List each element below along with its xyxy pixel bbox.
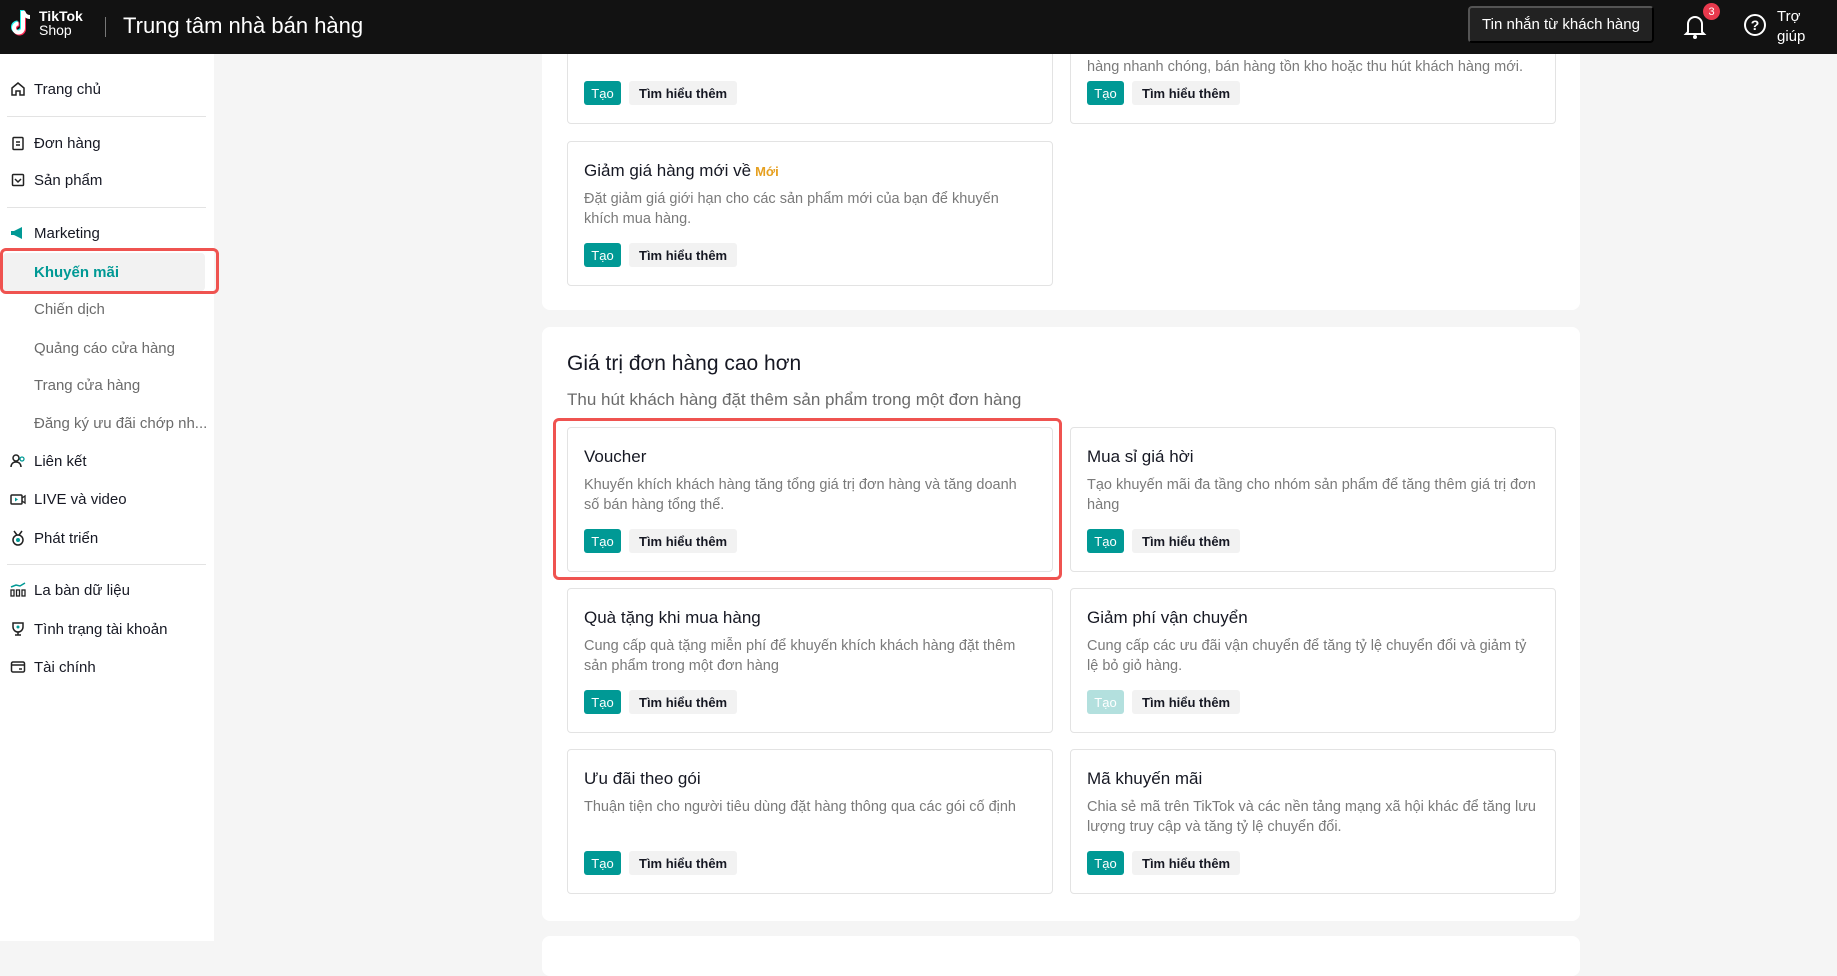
wallet-icon <box>10 661 26 673</box>
medal-icon <box>12 530 24 546</box>
sidebar-label: Tài chính <box>34 658 96 676</box>
sidebar-item-affiliate[interactable]: Liên kết <box>0 446 214 476</box>
sidebar-item-products[interactable]: Sản phẩm <box>0 165 214 195</box>
promotion-card-gift-with-purchase: Quà tặng khi mua hàng Cung cấp quà tặng … <box>567 588 1053 733</box>
users-icon <box>10 454 25 468</box>
sidebar-label: LIVE và video <box>34 490 127 508</box>
create-button[interactable]: Tạo <box>584 690 621 714</box>
bell-icon[interactable] <box>1683 13 1707 39</box>
card-description: Chia sẻ mã trên TikTok và các nền tảng m… <box>1087 799 1536 835</box>
sidebar-item-campaigns[interactable]: Chiến dịch <box>0 294 214 324</box>
tiktok-shop-logo[interactable]: TikTok Shop <box>10 9 83 37</box>
sidebar-item-data-compass[interactable]: La bàn dữ liệu <box>0 575 214 605</box>
section-subtitle: Thu hút khách hàng đặt thêm sản phẩm tro… <box>567 390 1022 409</box>
product-box-icon <box>11 173 25 187</box>
create-button[interactable]: Tạo <box>1087 851 1124 875</box>
sidebar-divider <box>7 116 206 117</box>
sidebar-label: Phát triển <box>34 529 99 547</box>
card-description: hàng nhanh chóng, bán hàng tồn kho hoặc … <box>1087 59 1523 75</box>
create-button[interactable]: Tạo <box>1087 81 1124 105</box>
top-header: TikTok Shop Trung tâm nhà bán hàng Tin nh… <box>0 0 1837 54</box>
clipboard-icon <box>12 136 24 151</box>
card-description: Đặt giảm giá giới hạn cho các sản phẩm m… <box>584 191 999 227</box>
sidebar-label: Đăng ký ưu đãi chớp nh... <box>34 414 208 432</box>
page-title: Trung tâm nhà bán hàng <box>123 13 364 38</box>
next-section <box>542 936 1580 976</box>
create-button[interactable]: Tạo <box>584 851 621 875</box>
learn-more-button[interactable]: Tìm hiểu thêm <box>1132 690 1241 714</box>
tiktok-logo-icon <box>11 10 31 36</box>
help-label-2: giúp <box>1777 28 1806 45</box>
megaphone-icon <box>11 227 22 239</box>
sidebar-item-live-video[interactable]: LIVE và video <box>0 484 214 514</box>
sidebar-item-finance[interactable]: Tài chính <box>0 652 214 682</box>
customer-messages-button[interactable]: Tin nhắn từ khách hàng <box>1468 6 1654 43</box>
learn-more-button[interactable]: Tìm hiểu thêm <box>629 851 738 875</box>
learn-more-button[interactable]: Tìm hiểu thêm <box>629 81 738 105</box>
sidebar-label: Trang cửa hàng <box>34 376 141 394</box>
svg-text:?: ? <box>1751 17 1760 33</box>
card-title-text: Giảm giá hàng mới về <box>584 161 752 180</box>
help-link[interactable]: Trợ giúp <box>1777 7 1805 47</box>
card-description: Cung cấp các ưu đãi vận chuyển để tăng t… <box>1087 638 1527 674</box>
sidebar-label: Quảng cáo cửa hàng <box>34 339 175 357</box>
card-title: Mã khuyến mãi <box>1087 769 1203 788</box>
card-title: Ưu đãi theo gói <box>584 769 701 788</box>
create-button[interactable]: Tạo <box>1087 529 1124 553</box>
card-description: Thuận tiện cho người tiêu dùng đặt hàng … <box>584 799 1016 815</box>
sidebar-label: Chiến dịch <box>34 300 105 318</box>
highlight-box <box>553 418 1062 580</box>
sidebar-divider <box>7 207 206 208</box>
order-value-section: Giá trị đơn hàng cao hơn Thu hút khách h… <box>542 327 1580 921</box>
trophy-icon <box>12 622 24 636</box>
card-title: Giảm giá hàng mới về Mới <box>584 159 779 184</box>
sidebar-label: Sản phẩm <box>34 171 103 189</box>
section-title: Giá trị đơn hàng cao hơn <box>567 352 802 375</box>
sidebar-item-flash-deals[interactable]: Đăng ký ưu đãi chớp nh... <box>0 408 214 438</box>
sidebar-label: Tình trạng tài khoản <box>34 620 168 638</box>
help-icon[interactable]: ? <box>1743 13 1767 37</box>
sidebar-item-orders[interactable]: Đơn hàng <box>0 128 214 158</box>
sidebar-item-home[interactable]: Trang chủ <box>0 74 214 104</box>
sidebar-label: Marketing <box>34 224 100 242</box>
card-title: Giảm phí vận chuyển <box>1087 608 1248 627</box>
header-divider <box>105 17 106 37</box>
learn-more-button[interactable]: Tìm hiểu thêm <box>1132 81 1241 105</box>
help-label-1: Trợ <box>1777 8 1801 25</box>
chart-icon <box>10 582 26 597</box>
learn-more-button[interactable]: Tìm hiểu thêm <box>629 243 738 267</box>
card-title: Mua sỉ giá hời <box>1087 447 1194 466</box>
sidebar: Trang chủ Đơn hàng Sản phẩm Marketing Kh… <box>0 54 214 941</box>
promotion-card-bundle-deal: Ưu đãi theo gói Thuận tiện cho người tiê… <box>567 749 1053 894</box>
create-button[interactable]: Tạo <box>1087 690 1124 714</box>
notification-badge: 3 <box>1703 3 1720 20</box>
sidebar-item-account-health[interactable]: Tình trạng tài khoản <box>0 614 214 644</box>
sidebar-item-marketing[interactable]: Marketing <box>0 218 214 248</box>
card-description: Tạo khuyến mãi đa tầng cho nhóm sản phẩm… <box>1087 477 1536 513</box>
create-button[interactable]: Tạo <box>584 243 621 267</box>
sidebar-divider <box>7 564 206 565</box>
sidebar-label: La bàn dữ liệu <box>34 581 130 599</box>
learn-more-button[interactable]: Tìm hiểu thêm <box>1132 529 1241 553</box>
create-button[interactable]: Tạo <box>584 81 621 105</box>
sidebar-label: Liên kết <box>34 452 87 470</box>
sidebar-label: Trang chủ <box>34 80 101 98</box>
promotion-card-new-arrival-discount: Giảm giá hàng mới về Mới Đặt giảm giá giớ… <box>567 141 1053 286</box>
learn-more-button[interactable]: Tìm hiểu thêm <box>1132 851 1241 875</box>
promotion-card-bulk-discount: Mua sỉ giá hời Tạo khuyến mãi đa tầng ch… <box>1070 427 1556 572</box>
promotion-card-shipping-discount: Giảm phí vận chuyển Cung cấp các ưu đãi … <box>1070 588 1556 733</box>
sidebar-label: Đơn hàng <box>34 134 101 152</box>
learn-more-button[interactable]: Tìm hiểu thêm <box>629 690 738 714</box>
new-badge: Mới <box>755 164 779 179</box>
card-description: Cung cấp quà tặng miễn phí để khuyến khí… <box>584 638 1016 674</box>
logo-text-shop: Shop <box>39 22 72 38</box>
sidebar-item-storefront[interactable]: Trang cửa hàng <box>0 370 214 400</box>
home-icon <box>11 82 25 96</box>
card-title: Quà tặng khi mua hàng <box>584 608 761 627</box>
video-icon <box>10 494 26 505</box>
promotion-card-promo-code: Mã khuyến mãi Chia sẻ mã trên TikTok và … <box>1070 749 1556 894</box>
highlight-box <box>0 248 219 294</box>
sidebar-item-growth[interactable]: Phát triển <box>0 523 214 553</box>
sidebar-item-store-ads[interactable]: Quảng cáo cửa hàng <box>0 333 214 363</box>
